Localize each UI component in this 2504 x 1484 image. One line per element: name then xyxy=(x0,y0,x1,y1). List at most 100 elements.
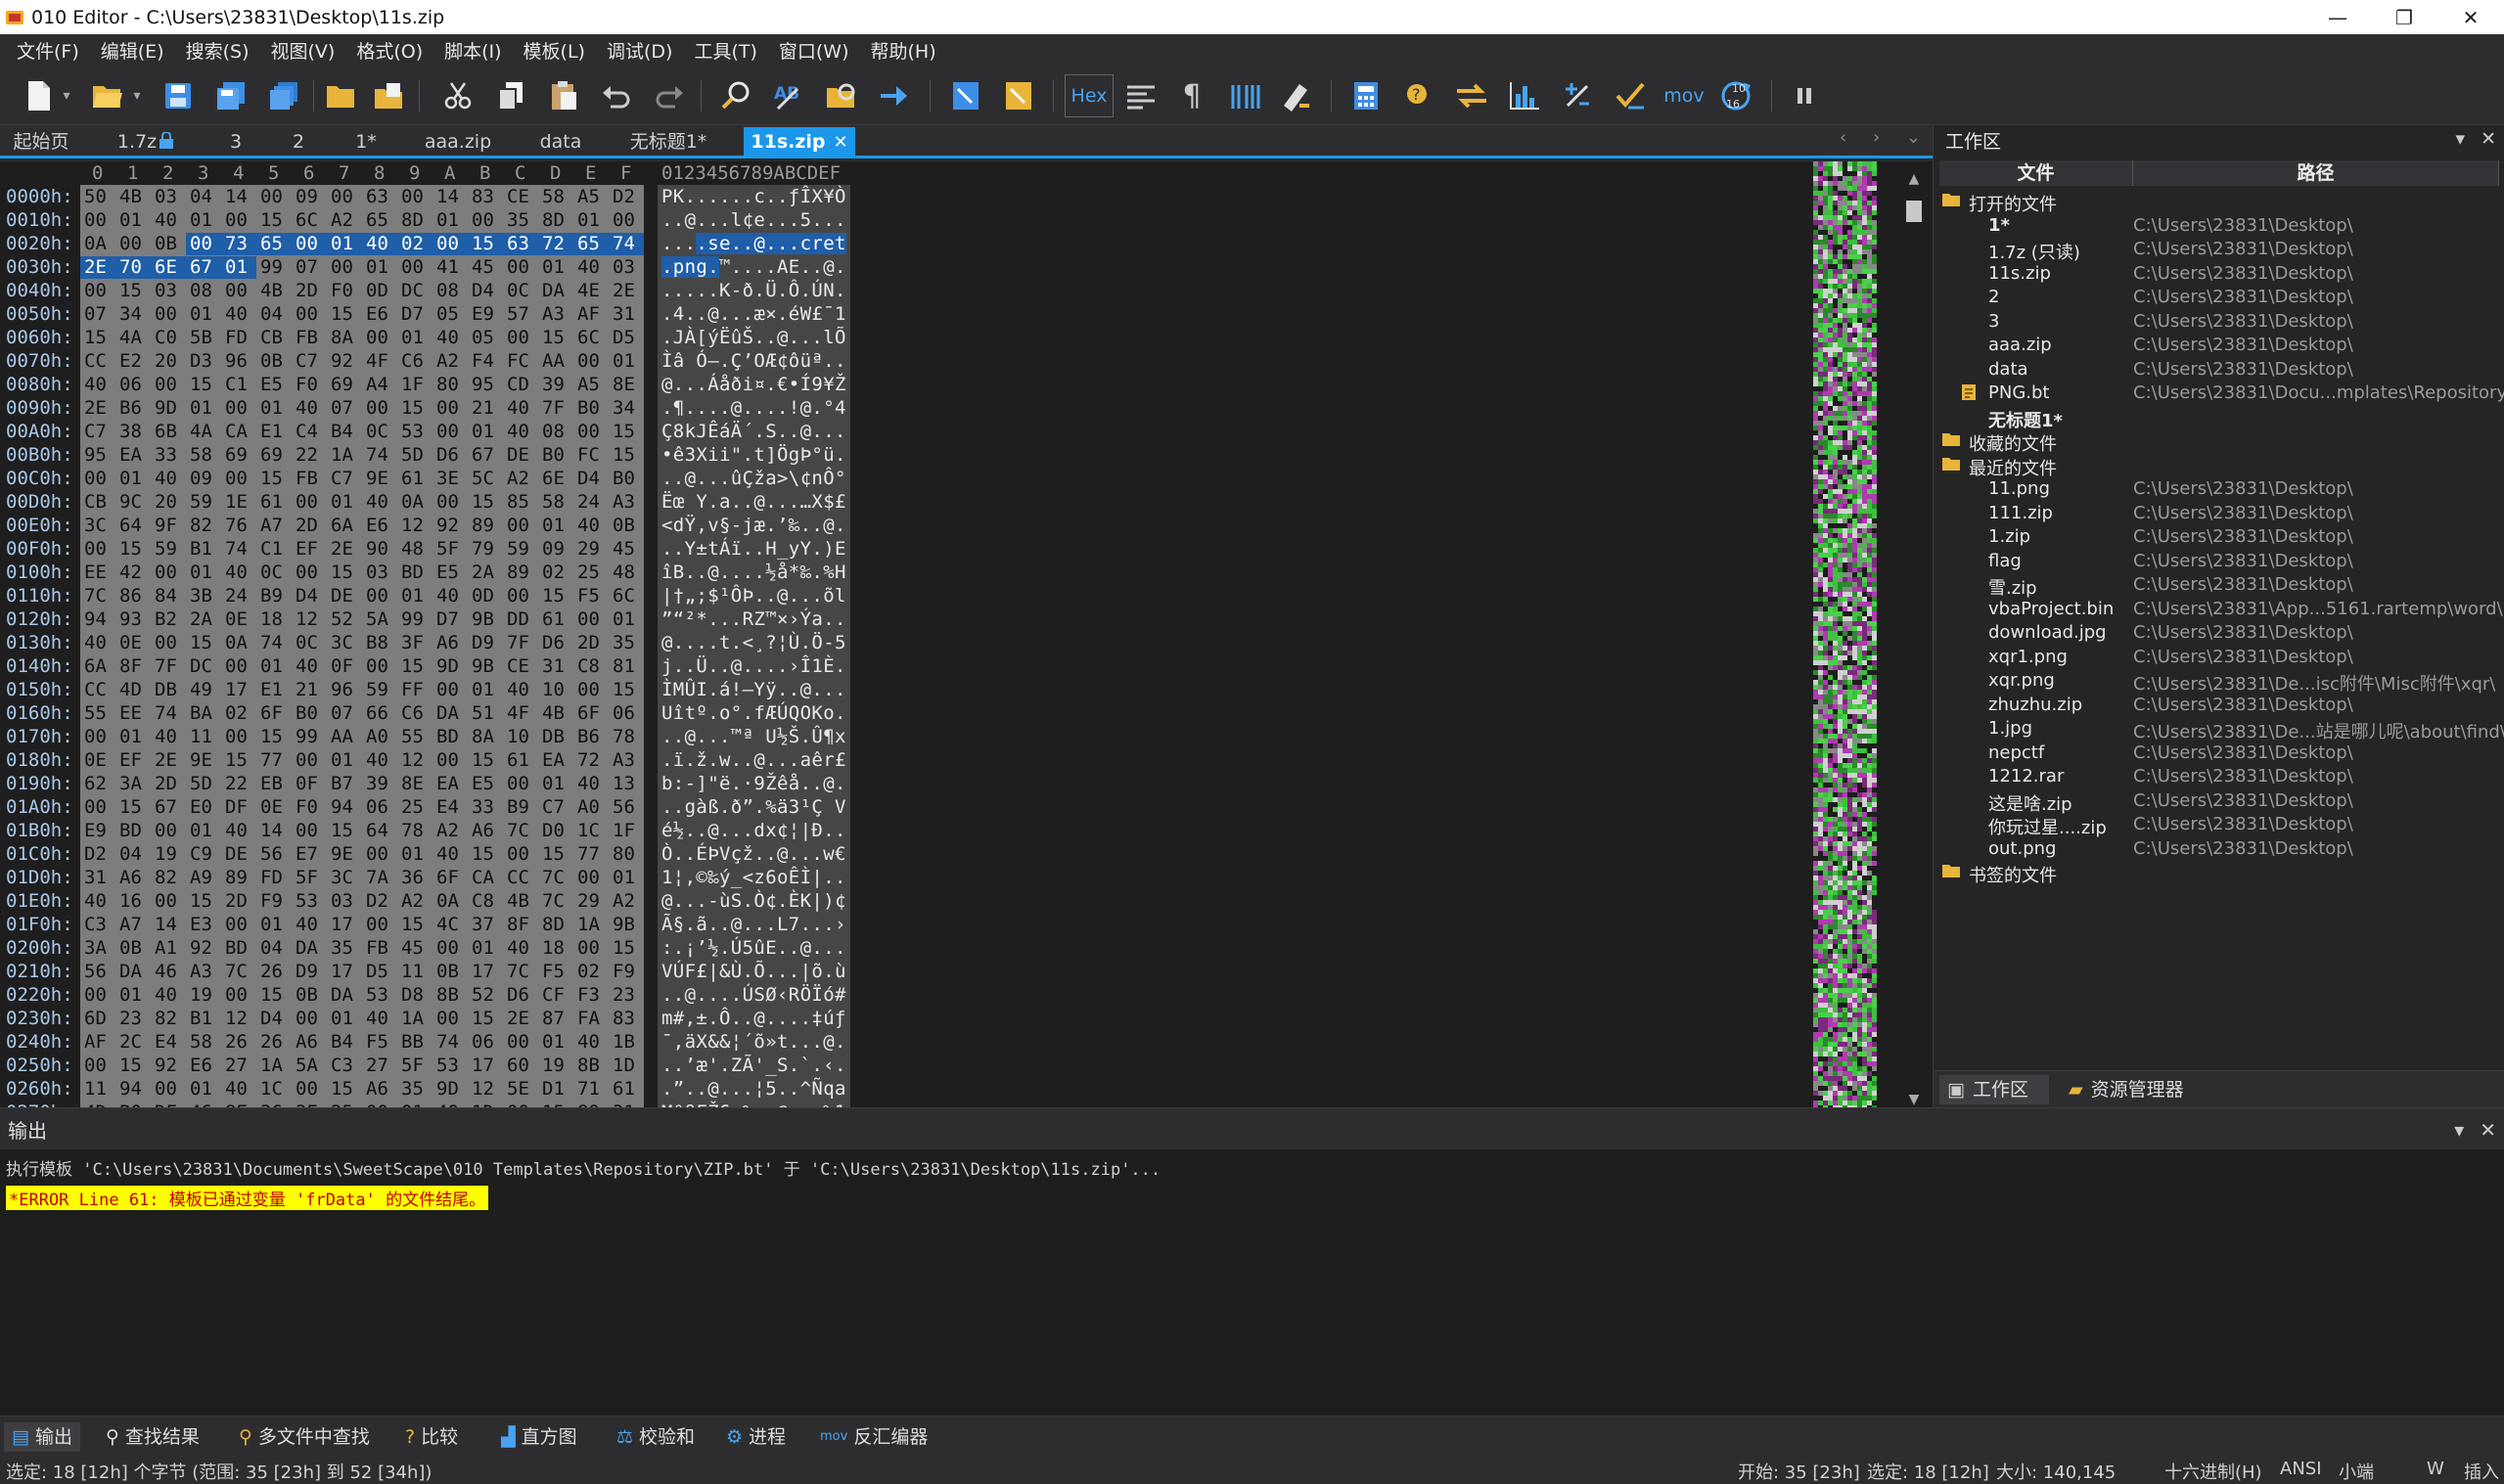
hex-byte[interactable]: CD xyxy=(503,374,538,395)
ascii-char[interactable]: ‚ xyxy=(685,867,697,888)
hex-byte[interactable]: 53 xyxy=(397,421,433,442)
hex-byte[interactable]: 00 xyxy=(503,843,538,865)
hex-byte[interactable]: 6A xyxy=(80,655,115,677)
ascii-char[interactable]: t xyxy=(707,538,719,560)
ascii-char[interactable]: . xyxy=(719,984,731,1006)
hex-byte[interactable]: 01 xyxy=(573,209,609,231)
ascii-char[interactable]: . xyxy=(731,1008,743,1029)
hex-byte[interactable]: DA xyxy=(538,280,573,301)
ascii-char[interactable]: . xyxy=(753,280,765,301)
hex-byte[interactable]: 6E xyxy=(151,256,186,279)
ascii-char[interactable]: ° xyxy=(811,444,823,466)
ascii-char[interactable]: Ó xyxy=(696,350,707,372)
hex-bytes[interactable]: 00 01 40 09 00 15 FB C7 9E 61 3E 5C A2 6E D4 B0 xyxy=(80,467,644,490)
ascii-char[interactable]: . xyxy=(835,937,846,959)
ascii-char[interactable]: · xyxy=(743,773,754,794)
ascii-char[interactable]: . xyxy=(823,209,835,231)
ascii-char[interactable]: Y xyxy=(685,538,697,560)
hex-byte[interactable]: 65 xyxy=(573,233,609,255)
ascii-char[interactable]: ó xyxy=(823,984,835,1006)
hex-byte[interactable]: 63 xyxy=(503,233,538,255)
hex-byte[interactable]: 23 xyxy=(609,984,644,1006)
ascii-char[interactable]: û xyxy=(731,468,743,489)
hex-byte[interactable]: B8 xyxy=(362,632,397,653)
ascii-char[interactable]: @ xyxy=(707,820,719,841)
ascii-char[interactable]: ú xyxy=(823,1008,835,1029)
ascii-char[interactable]: ¢ xyxy=(800,468,812,489)
cut-icon[interactable] xyxy=(436,74,479,117)
ascii-char[interactable]: à xyxy=(696,796,707,818)
hex-byte[interactable]: 2E xyxy=(80,256,115,279)
hex-byte[interactable]: 6D xyxy=(80,1008,115,1029)
hex-byte[interactable]: 03 xyxy=(151,186,186,207)
hex-byte[interactable]: 70 xyxy=(115,256,151,279)
hex-byte[interactable]: 40 xyxy=(573,256,609,278)
tab-1[interactable]: 1* xyxy=(339,127,393,157)
hex-byte[interactable]: 00 xyxy=(221,209,256,231)
ascii-char[interactable]: “ xyxy=(673,608,685,630)
tree-file-item[interactable]: flag C:\Users\23831\Desktop\ xyxy=(1934,550,2504,573)
hex-byte[interactable]: 27 xyxy=(362,1055,397,1076)
ascii-char[interactable]: | xyxy=(811,867,823,888)
tree-group[interactable]: 打开的文件 xyxy=(1934,190,2504,215)
hex-byte[interactable]: 19 xyxy=(538,1055,573,1076)
hex-byte[interactable]: DC xyxy=(397,280,433,301)
hex-byte[interactable]: E5 xyxy=(256,374,292,395)
hex-byte[interactable]: 71 xyxy=(573,1078,609,1100)
hex-bytes[interactable]: 0A 00 0B 00 73 65 00 01 40 02 00 15 63 72 65 74 xyxy=(80,232,644,255)
hex-byte[interactable]: 5B xyxy=(186,327,221,348)
ascii-char[interactable]: X xyxy=(696,1031,707,1053)
ascii-char[interactable]: @ xyxy=(800,421,812,442)
ascii-bytes[interactable]: V Ú F £ | & Ù. Õ... | õ. ù xyxy=(658,960,850,983)
hex-byte[interactable]: 92 xyxy=(327,350,362,372)
ascii-char[interactable]: d xyxy=(753,820,765,841)
ascii-char[interactable]: . xyxy=(789,421,800,442)
hex-byte[interactable]: 58 xyxy=(186,1031,221,1053)
hex-byte[interactable]: 22 xyxy=(292,444,327,466)
tab-disassembler[interactable]: mov 反汇编器 xyxy=(820,1422,928,1452)
hex-byte[interactable]: 01 xyxy=(115,984,151,1006)
hex-byte[interactable]: 40 xyxy=(503,421,538,442)
hex-byte[interactable]: 00 xyxy=(221,914,256,935)
hex-byte[interactable]: F4 xyxy=(468,350,503,372)
ascii-char[interactable]: . xyxy=(743,303,754,325)
ascii-char[interactable]: . xyxy=(730,233,743,254)
ascii-char[interactable]: . xyxy=(661,726,673,747)
ascii-char[interactable]: @ xyxy=(707,1078,719,1100)
base-converter-icon[interactable]: 10 16 xyxy=(1714,74,1757,117)
hex-byte[interactable]: 40 xyxy=(221,303,256,325)
hex-byte[interactable]: 59 xyxy=(503,538,538,560)
ascii-char[interactable]: [ xyxy=(696,327,707,348)
hex-byte[interactable]: 01 xyxy=(609,350,644,372)
hex-bytes[interactable]: 7C 86 84 3B 24 B9 D4 DE 00 01 40 0D 00 15 F5 6C xyxy=(80,584,644,607)
hex-byte[interactable]: 00 xyxy=(362,327,397,348)
hex-byte[interactable]: D2 xyxy=(80,843,115,865)
hex-byte[interactable]: 81 xyxy=(609,655,644,677)
hex-byte[interactable]: 40 xyxy=(151,468,186,489)
ascii-char[interactable]: E xyxy=(835,538,846,560)
ascii-char[interactable]: % xyxy=(765,796,777,818)
hex-byte[interactable]: 07 xyxy=(80,303,115,325)
ascii-char[interactable]: a xyxy=(800,749,812,771)
tree-group[interactable]: 书签的文件 xyxy=(1934,861,2504,886)
ascii-char[interactable]: . xyxy=(765,327,777,348)
hex-byte[interactable]: 0D xyxy=(468,585,503,607)
hex-byte[interactable]: 00 xyxy=(362,585,397,607)
ascii-char[interactable]: # xyxy=(673,1008,685,1029)
ascii-char[interactable]: O xyxy=(753,350,765,372)
tree-file-item[interactable]: data C:\Users\23831\Desktop\ xyxy=(1934,358,2504,382)
ascii-char[interactable]: . xyxy=(673,843,685,865)
hex-byte[interactable]: 5D xyxy=(397,444,433,466)
hex-byte[interactable]: C4 xyxy=(292,421,327,442)
ascii-char[interactable]: . xyxy=(707,397,719,419)
hex-byte[interactable]: 01 xyxy=(538,256,573,278)
ascii-char[interactable]: 9 xyxy=(753,773,765,794)
hex-byte[interactable]: 00 xyxy=(80,209,115,231)
hex-byte[interactable]: C0 xyxy=(151,327,186,348)
hex-byte[interactable]: 61 xyxy=(538,608,573,630)
hex-byte[interactable]: 9E xyxy=(362,468,397,489)
hex-byte[interactable]: A2 xyxy=(397,890,433,912)
ascii-char[interactable]: j xyxy=(661,655,673,677)
hex-byte[interactable]: F5 xyxy=(538,961,573,982)
save-all-icon[interactable] xyxy=(262,74,305,117)
